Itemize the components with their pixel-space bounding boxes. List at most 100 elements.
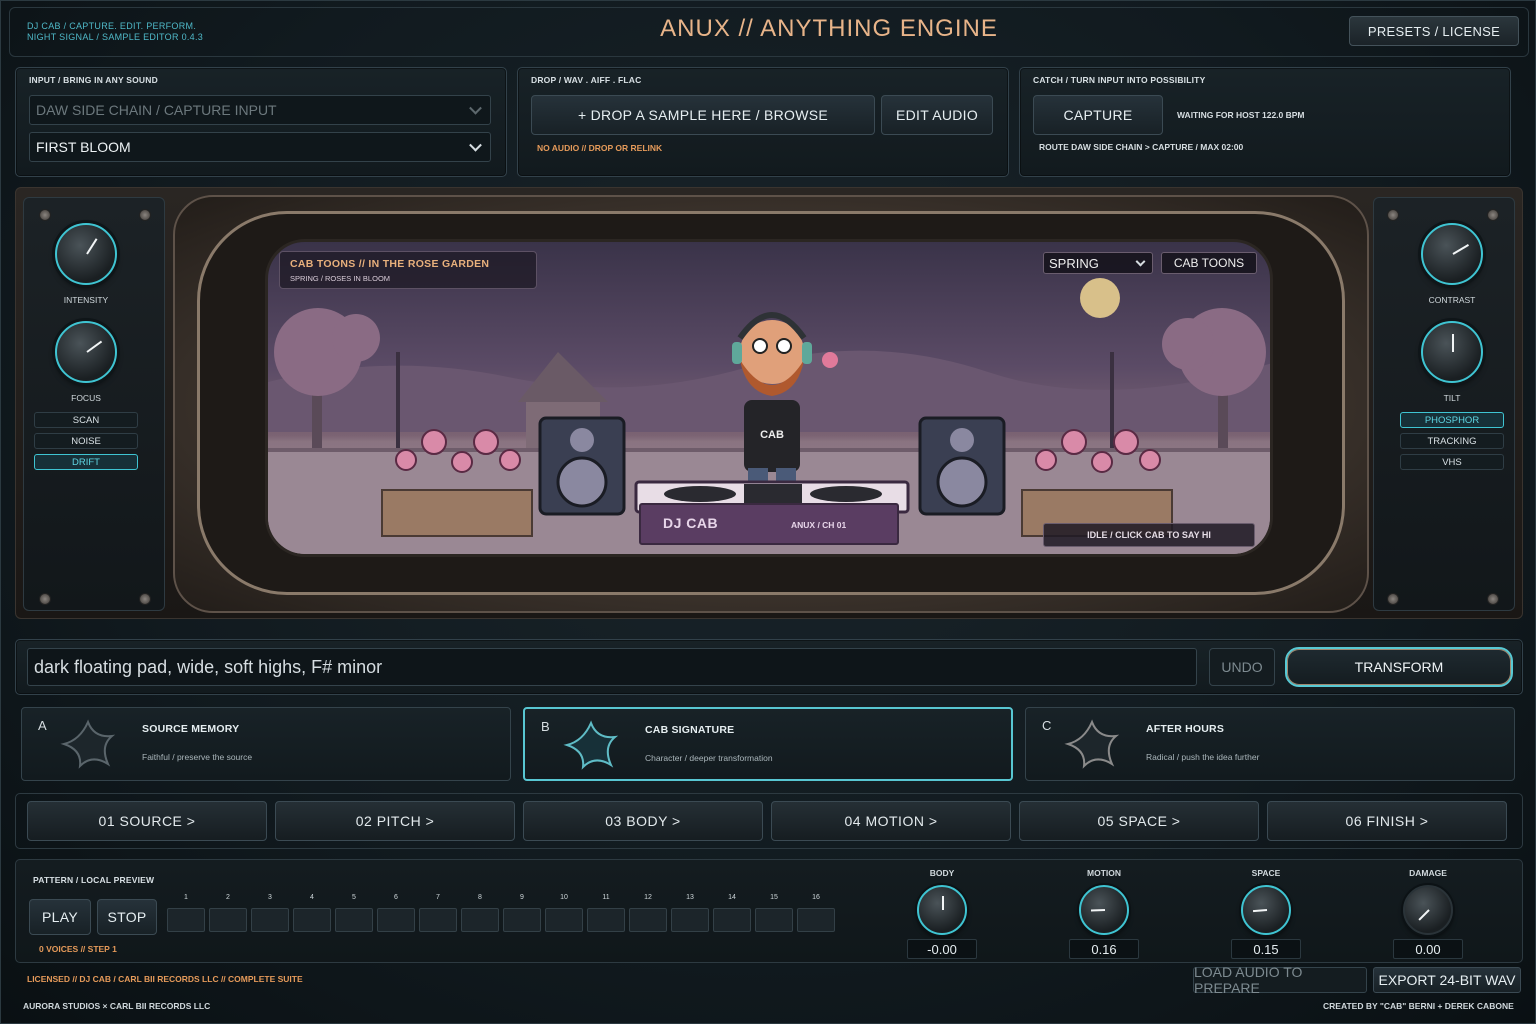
source-select[interactable]: DAW SIDE CHAIN / CAPTURE INPUT xyxy=(29,95,491,125)
knob-indicator xyxy=(1252,909,1268,913)
mode-phosphor-button[interactable]: PHOSPHOR xyxy=(1400,412,1504,428)
step-pad[interactable] xyxy=(251,908,289,932)
knob-indicator xyxy=(1418,909,1430,921)
step-number: 15 xyxy=(770,894,778,901)
pattern-label: PATTERN / LOCAL PREVIEW xyxy=(33,875,155,885)
step-pad[interactable] xyxy=(419,908,457,932)
mode-drift-button[interactable]: DRIFT xyxy=(34,454,138,470)
mode-vhs-button[interactable]: VHS xyxy=(1400,454,1504,470)
step-pad[interactable] xyxy=(671,908,709,932)
step-pad[interactable] xyxy=(797,908,835,932)
scene-title: CAB TOONS // IN THE ROSE GARDEN xyxy=(290,258,490,270)
utility-pole-icon xyxy=(396,352,400,452)
play-button[interactable]: PLAY xyxy=(29,899,91,935)
focus-knob[interactable] xyxy=(55,321,117,383)
header-info: DJ CAB / CAPTURE. EDIT. PERFORM. NIGHT S… xyxy=(27,21,203,43)
stop-button[interactable]: STOP xyxy=(97,899,157,935)
speaker-woofer xyxy=(936,456,988,508)
step-pad[interactable] xyxy=(545,908,583,932)
step-pad[interactable] xyxy=(629,908,667,932)
mode-card-c[interactable]: C AFTER HOURS Radical / push the idea fu… xyxy=(1025,707,1515,781)
undo-button[interactable]: UNDO xyxy=(1209,648,1275,686)
intensity-knob[interactable] xyxy=(55,223,117,285)
headphone-cup xyxy=(732,342,742,364)
character-status[interactable]: IDLE / CLICK CAB TO SAY HI xyxy=(1043,523,1255,547)
edit-audio-button[interactable]: EDIT AUDIO xyxy=(881,95,993,135)
step-number: 13 xyxy=(686,894,694,901)
preset-select-value: FIRST BLOOM xyxy=(36,139,131,155)
mode-noise-button[interactable]: NOISE xyxy=(34,433,138,449)
step-pad[interactable] xyxy=(335,908,373,932)
tree-foliage xyxy=(1162,318,1214,370)
screw-icon xyxy=(39,209,51,221)
step-pad[interactable] xyxy=(755,908,793,932)
capture-button[interactable]: CAPTURE xyxy=(1033,95,1163,135)
screw-icon xyxy=(1487,209,1499,221)
turntable-icon xyxy=(810,486,882,502)
macro-knob[interactable] xyxy=(917,885,967,935)
turntable-icon xyxy=(664,486,736,502)
mode-card-a[interactable]: A SOURCE MEMORY Faithful / preserve the … xyxy=(21,707,511,781)
load-audio-button[interactable]: LOAD AUDIO TO PREPARE xyxy=(1193,964,1367,996)
step-pad[interactable] xyxy=(461,908,499,932)
route-info: ROUTE DAW SIDE CHAIN > CAPTURE / MAX 02:… xyxy=(1039,142,1244,152)
rose-icon xyxy=(822,352,838,368)
dj-shirt-text: CAB xyxy=(760,429,784,441)
speaker-woofer xyxy=(556,456,608,508)
step-pad[interactable] xyxy=(167,908,205,932)
macro-knob[interactable] xyxy=(1079,885,1129,935)
mode-card-subtitle: Character / deeper transformation xyxy=(645,753,773,763)
stage-pitch-button[interactable]: 02 PITCH > xyxy=(275,801,515,841)
step-pad[interactable] xyxy=(503,908,541,932)
prompt-input[interactable]: dark floating pad, wide, soft highs, F# … xyxy=(27,648,1197,686)
step-pad[interactable] xyxy=(587,908,625,932)
tilt-knob[interactable] xyxy=(1421,321,1483,383)
drop-sample-button[interactable]: + DROP A SAMPLE HERE / BROWSE xyxy=(531,95,875,135)
screw-icon xyxy=(139,209,151,221)
stage-finish-button[interactable]: 06 FINISH > xyxy=(1267,801,1507,841)
chevron-down-icon xyxy=(469,138,482,152)
license-info: LICENSED // DJ CAB / CARL BII RECORDS LL… xyxy=(27,974,303,984)
rose-icon xyxy=(421,429,447,455)
flower-icon xyxy=(60,719,116,769)
export-wav-button[interactable]: EXPORT 24-BIT WAV xyxy=(1373,967,1521,993)
mode-card-b[interactable]: B CAB SIGNATURE Character / deeper trans… xyxy=(523,707,1013,781)
step-number: 11 xyxy=(602,894,610,901)
macro-label: DAMAGE xyxy=(1409,868,1447,878)
moon-icon xyxy=(1080,278,1120,318)
mode-tracking-button[interactable]: TRACKING xyxy=(1400,433,1504,449)
macro-value: -0.00 xyxy=(907,939,977,959)
stage-body-button[interactable]: 03 BODY > xyxy=(523,801,763,841)
mode-scan-button[interactable]: SCAN xyxy=(34,412,138,428)
stage-source-button[interactable]: 01 SOURCE > xyxy=(27,801,267,841)
contrast-label: CONTRAST xyxy=(1428,295,1476,305)
screw-icon xyxy=(1387,593,1399,605)
mode-card-letter: A xyxy=(38,718,47,733)
cab-toons-button[interactable]: CAB TOONS xyxy=(1161,252,1257,274)
screw-icon xyxy=(1387,209,1399,221)
step-pad[interactable] xyxy=(209,908,247,932)
mode-card-subtitle: Faithful / preserve the source xyxy=(142,752,253,762)
mode-card-title: SOURCE MEMORY xyxy=(142,723,240,735)
rose-icon xyxy=(451,451,473,473)
screw-icon xyxy=(39,593,51,605)
presets-license-button[interactable]: PRESETS / LICENSE xyxy=(1349,16,1519,46)
catch-panel-label: CATCH / TURN INPUT INTO POSSIBILITY xyxy=(1033,75,1206,85)
step-number: 1 xyxy=(184,894,188,901)
macro-value: 0.00 xyxy=(1393,939,1463,959)
macro-knob[interactable] xyxy=(1403,885,1453,935)
stage-space-button[interactable]: 05 SPACE > xyxy=(1019,801,1259,841)
step-pad[interactable] xyxy=(377,908,415,932)
mode-card-subtitle: Radical / push the idea further xyxy=(1146,752,1260,762)
step-pad[interactable] xyxy=(293,908,331,932)
macro-value: 0.16 xyxy=(1069,939,1139,959)
contrast-knob[interactable] xyxy=(1421,223,1483,285)
macro-knob[interactable] xyxy=(1241,885,1291,935)
screw-icon xyxy=(139,593,151,605)
preset-select[interactable]: FIRST BLOOM xyxy=(29,132,491,162)
season-select[interactable]: SPRING xyxy=(1043,252,1153,274)
step-pad[interactable] xyxy=(713,908,751,932)
knob-indicator xyxy=(86,340,103,353)
transform-button[interactable]: TRANSFORM xyxy=(1285,647,1513,687)
stage-motion-button[interactable]: 04 MOTION > xyxy=(771,801,1011,841)
